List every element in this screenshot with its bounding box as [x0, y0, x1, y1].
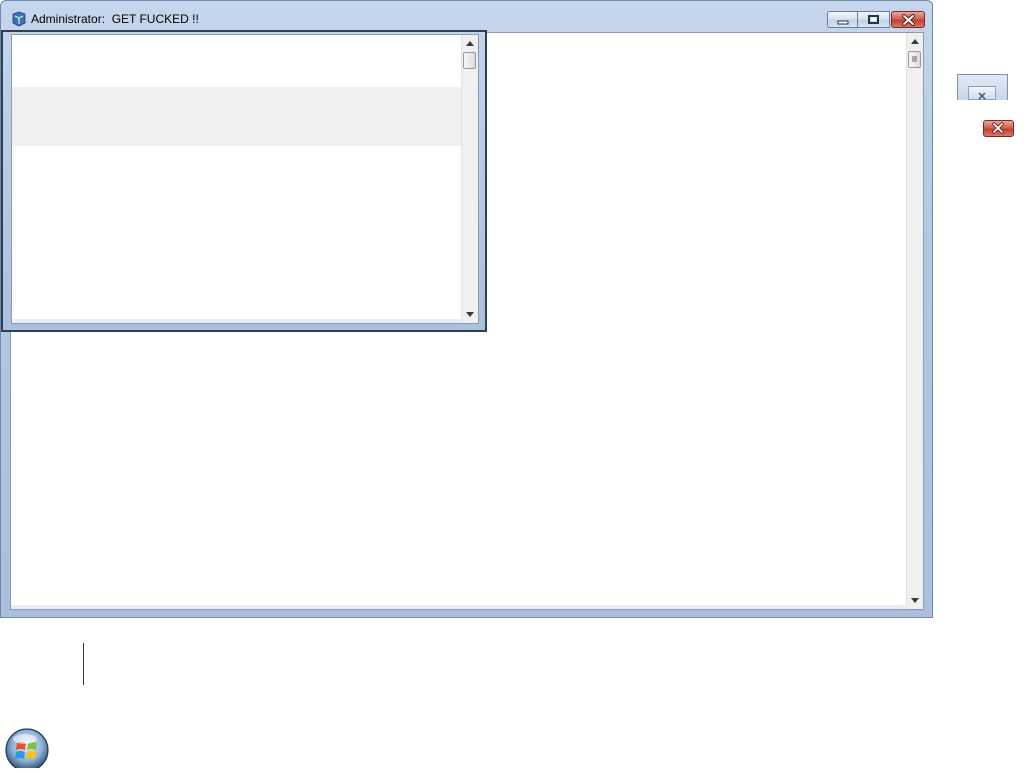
floating-window-fragment[interactable]	[957, 74, 1008, 100]
windows-start-orb-icon[interactable]	[2, 727, 52, 772]
child-list-area[interactable]	[11, 34, 479, 324]
child-scroll-down-arrow-icon[interactable]	[462, 306, 478, 323]
close-icon	[992, 122, 1004, 134]
restore-button[interactable]	[858, 11, 890, 28]
child-window[interactable]	[1, 30, 487, 332]
close-icon	[902, 14, 915, 26]
text-caret	[83, 643, 84, 685]
main-window: Administrator: GET FUCKED !!	[0, 0, 933, 618]
scroll-down-arrow-icon[interactable]	[907, 592, 923, 609]
child-bottom-edge	[12, 319, 461, 323]
fragment-close-icon[interactable]	[968, 86, 996, 100]
scroll-thumb[interactable]	[908, 51, 921, 68]
vertical-scrollbar[interactable]	[906, 33, 923, 609]
bottom-edge	[11, 605, 906, 609]
minimize-icon	[837, 20, 849, 25]
selected-row[interactable]	[12, 87, 461, 146]
scroll-up-arrow-icon[interactable]	[907, 33, 923, 50]
restore-icon	[868, 15, 879, 24]
minimize-button[interactable]	[827, 11, 858, 28]
floating-close-button[interactable]	[983, 120, 1014, 137]
window-title: Administrator: GET FUCKED !!	[31, 12, 199, 26]
title-bar[interactable]: Administrator: GET FUCKED !!	[1, 1, 932, 31]
child-scroll-up-arrow-icon[interactable]	[462, 35, 478, 52]
child-vertical-scrollbar[interactable]	[461, 35, 478, 323]
child-scroll-thumb[interactable]	[463, 52, 476, 69]
close-button[interactable]	[891, 11, 925, 28]
console-app-icon[interactable]	[11, 11, 27, 27]
